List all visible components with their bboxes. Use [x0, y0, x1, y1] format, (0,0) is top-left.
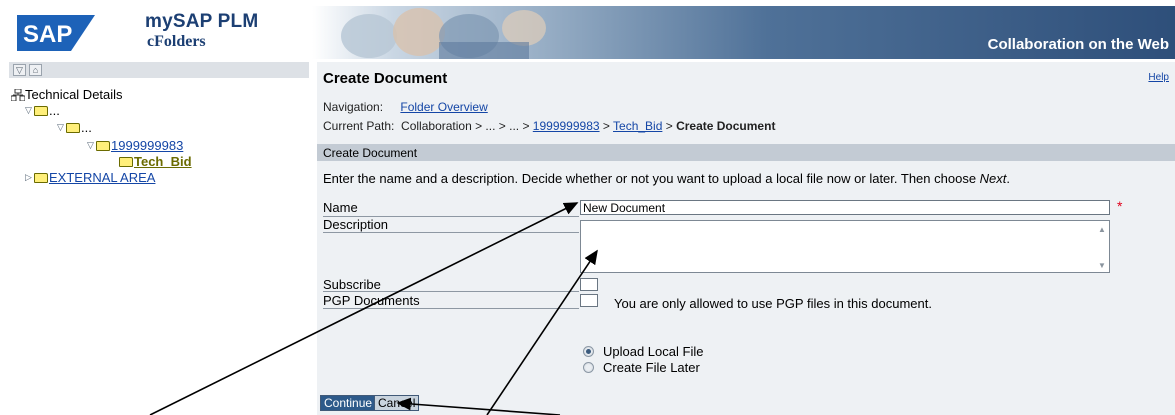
tree-item-1999999983[interactable]: ▽ 1999999983: [87, 138, 183, 153]
divider: [323, 232, 579, 233]
pgp-label: PGP Documents: [323, 293, 420, 308]
pgp-checkbox[interactable]: [580, 294, 598, 307]
folder-icon: [34, 105, 48, 116]
tree-item-external-area[interactable]: ▷ EXTERNAL AREA: [25, 170, 155, 185]
radio-upload-local-file[interactable]: Upload Local File: [583, 344, 703, 359]
radio-selected-icon[interactable]: [583, 346, 594, 357]
tree-item-label: ...: [49, 103, 60, 118]
instruction-next: Next: [979, 171, 1007, 186]
navigation-label: Navigation:: [323, 100, 384, 114]
header-tagline: Collaboration on the Web: [987, 36, 1169, 53]
folder-icon: [34, 172, 48, 183]
structure-icon: [11, 88, 25, 101]
continue-button[interactable]: Continue: [320, 395, 377, 411]
brand-title: mySAP PLM: [145, 11, 259, 32]
scroll-up-icon[interactable]: ▲: [1097, 225, 1107, 234]
path-label: Current Path:: [323, 119, 395, 133]
breadcrumb-current: Create Document: [676, 119, 776, 133]
radio-unselected-icon[interactable]: [583, 362, 594, 373]
tree-root-label: Technical Details: [25, 87, 123, 102]
name-input[interactable]: [580, 200, 1110, 215]
svg-text:SAP: SAP: [23, 21, 72, 48]
radio-create-file-later[interactable]: Create File Later: [583, 360, 700, 375]
tree-item-label[interactable]: Tech_Bid: [134, 154, 192, 169]
breadcrumb: Current Path: Collaboration > ... > ... …: [323, 119, 775, 133]
required-indicator: *: [1117, 198, 1123, 214]
help-link[interactable]: Help: [1148, 72, 1169, 83]
breadcrumb-link-1999999983[interactable]: 1999999983: [533, 119, 600, 133]
main-content: Create Document Help Navigation: Folder …: [317, 62, 1175, 415]
tree-item-label[interactable]: EXTERNAL AREA: [49, 170, 155, 185]
app-header: SAP mySAP PLM cFolders Collaboration on …: [9, 6, 1175, 59]
tree-toolbar: ▽ ⌂: [9, 62, 309, 78]
collapse-icon[interactable]: ▽: [13, 64, 26, 76]
folder-overview-link[interactable]: Folder Overview: [400, 100, 487, 114]
subscribe-checkbox[interactable]: [580, 278, 598, 291]
tree-item-label[interactable]: 1999999983: [111, 138, 183, 153]
radio-label: Upload Local File: [603, 344, 704, 359]
page-title: Create Document: [323, 70, 448, 87]
description-textarea[interactable]: ▲ ▼: [580, 220, 1110, 273]
tree-item-level2[interactable]: ▽ ...: [57, 120, 92, 135]
breadcrumb-text: Collaboration > ... > ... >: [401, 119, 533, 133]
expand-toggle-icon[interactable]: ▽: [87, 140, 96, 151]
breadcrumb-separator: >: [662, 119, 677, 133]
description-label: Description: [323, 217, 389, 232]
home-icon[interactable]: ⌂: [29, 64, 42, 76]
expand-toggle-icon[interactable]: ▽: [25, 105, 34, 116]
instruction-text: Enter the name and a description. Decide…: [323, 171, 1010, 186]
pgp-note: You are only allowed to use PGP files in…: [614, 296, 932, 311]
name-label: Name: [323, 200, 358, 215]
instruction-main: Enter the name and a description. Decide…: [323, 171, 980, 186]
sap-logo: SAP: [17, 15, 95, 51]
breadcrumb-link-tech-bid[interactable]: Tech_Bid: [613, 119, 662, 133]
header-photo: [341, 8, 546, 59]
divider: [323, 308, 579, 309]
section-header: Create Document: [317, 144, 1175, 161]
folder-tree-panel: ▽ ⌂ Technical Details ▽ ... ▽ ... ▽ 1999…: [9, 62, 309, 415]
tree-item-label: ...: [81, 120, 92, 135]
folder-icon: [96, 140, 110, 151]
navigation-line: Navigation: Folder Overview: [323, 100, 488, 114]
expand-toggle-icon[interactable]: ▽: [57, 122, 66, 133]
title-row: Create Document Help: [317, 62, 1175, 92]
folder-icon: [66, 122, 80, 133]
instruction-end: .: [1006, 171, 1011, 186]
brand-subtitle: cFolders: [147, 33, 206, 50]
open-folder-icon: [119, 156, 133, 167]
divider: [323, 291, 579, 292]
breadcrumb-separator: >: [599, 119, 614, 133]
cancel-button[interactable]: Cancel: [374, 395, 420, 411]
expand-toggle-icon[interactable]: ▷: [25, 172, 34, 183]
radio-label: Create File Later: [603, 360, 700, 375]
section-title: Create Document: [323, 146, 418, 160]
tree-item-tech-bid[interactable]: Tech_Bid: [119, 154, 192, 169]
scroll-down-icon[interactable]: ▼: [1097, 261, 1107, 270]
tree-item-level1[interactable]: ▽ ...: [25, 103, 60, 118]
screen: SAP mySAP PLM cFolders Collaboration on …: [0, 0, 1175, 415]
subscribe-label: Subscribe: [323, 277, 381, 292]
tree-root[interactable]: Technical Details: [11, 87, 123, 102]
